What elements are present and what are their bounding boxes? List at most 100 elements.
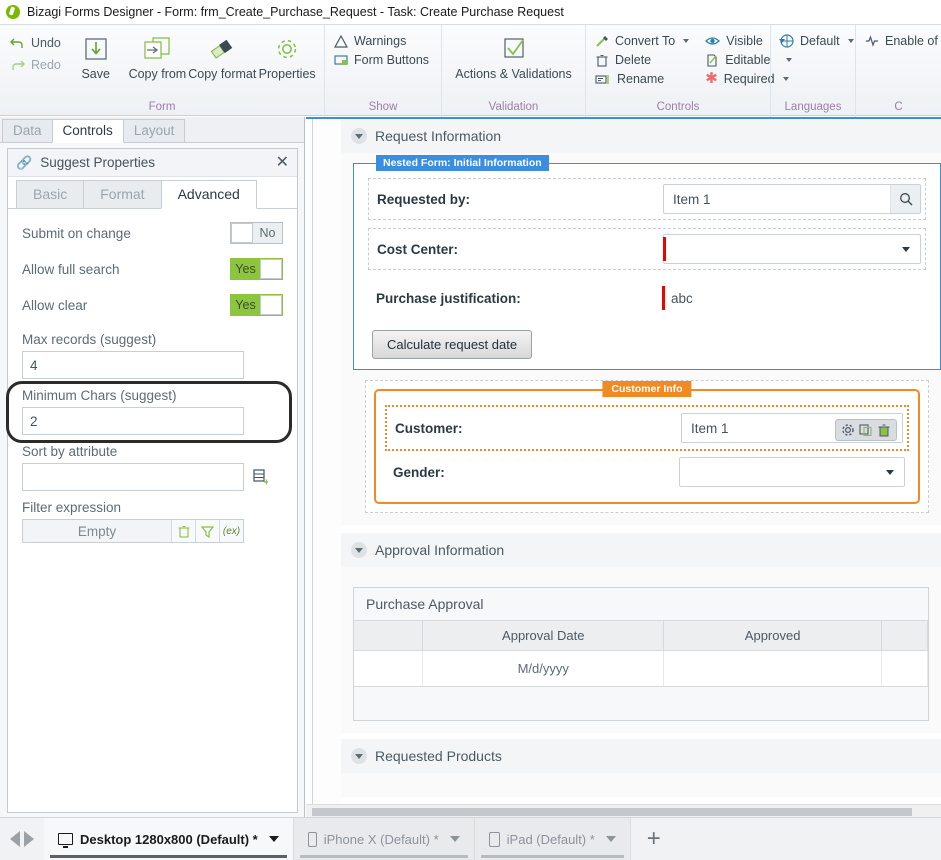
cost-center-dropdown[interactable]	[663, 234, 921, 264]
max-records-label: Max records (suggest)	[22, 332, 157, 347]
form-row-requested-by: Requested by: Item 1	[368, 178, 926, 220]
chevron-down-icon[interactable]	[449, 836, 460, 842]
table-row: M/d/yyyy	[354, 650, 928, 686]
device-tab-desktop[interactable]: Desktop 1280x800 (Default) *	[44, 818, 294, 860]
device-tab-ipad[interactable]: iPad (Default) *	[474, 818, 631, 860]
calculate-request-date-button[interactable]: Calculate request date	[372, 330, 533, 359]
warnings-button[interactable]: Warnings	[331, 33, 432, 49]
cell-approved[interactable]	[663, 650, 883, 686]
allow-full-search-value: Yes	[235, 262, 256, 276]
warnings-label: Warnings	[354, 34, 407, 48]
tab-format[interactable]: Format	[83, 180, 162, 208]
default-language-button[interactable]: Default	[777, 33, 857, 49]
actions-validations-label: Actions & Validations	[455, 67, 572, 81]
ribbon-group-show: Warnings Form Buttons Show	[324, 25, 441, 117]
form-content: Request Information Nested Form: Initial…	[341, 119, 941, 817]
properties-header: 🔗 Suggest Properties ✕	[8, 149, 297, 177]
copy-from-button[interactable]: Copy from	[127, 29, 189, 81]
requested-by-input[interactable]: Item 1	[663, 184, 921, 214]
chevron-down-icon	[886, 469, 894, 475]
section-body-approval-information: Purchase Approval Approval Date Approved	[341, 567, 941, 733]
column-header-blank	[354, 620, 424, 651]
enable-offline-button[interactable]: Enable of	[862, 33, 941, 49]
duplicate-icon[interactable]	[859, 423, 873, 437]
approval-table: Approval Date Approved M/d/yyyy	[354, 620, 928, 686]
tab-controls[interactable]: Controls	[51, 119, 124, 143]
ribbon-group-languages: Default Languages	[770, 25, 855, 117]
rename-button[interactable]: Rename	[592, 71, 692, 87]
checkmark-box-icon	[499, 33, 529, 67]
actions-validations-button[interactable]: Actions & Validations	[449, 29, 579, 81]
allow-full-search-label: Allow full search	[22, 261, 120, 277]
toggle-knob	[260, 295, 282, 315]
database-add-icon[interactable]	[252, 468, 268, 486]
chevron-down-icon[interactable]	[268, 836, 279, 842]
purchase-justification-label: Purchase justification:	[376, 290, 521, 306]
section-header-request-information[interactable]: Request Information	[341, 119, 941, 153]
warning-icon	[334, 34, 348, 48]
tab-basic[interactable]: Basic	[16, 180, 85, 208]
undo-redo-stack: Undo Redo	[6, 29, 65, 73]
tab-data[interactable]: Data	[2, 119, 53, 142]
submit-on-change-toggle[interactable]: No	[230, 222, 283, 244]
convert-to-button[interactable]: Convert To	[592, 33, 692, 49]
redo-button[interactable]: Redo	[6, 57, 65, 73]
sort-by-attribute-input[interactable]	[22, 463, 244, 491]
ribbon-group-form-title: Form	[148, 101, 176, 113]
left-panel: Data Controls Layout 🔗 Suggest Propertie…	[0, 117, 305, 817]
delete-button[interactable]: Delete	[592, 52, 692, 68]
properties-label: Properties	[258, 67, 316, 81]
canvas-horizontal-scrollbar[interactable]	[306, 804, 941, 817]
device-tab-iphone[interactable]: iPhone X (Default) *	[293, 818, 475, 860]
form-buttons-button[interactable]: Form Buttons	[331, 52, 432, 68]
minimum-chars-label: Minimum Chars (suggest)	[22, 388, 177, 403]
allow-clear-value: Yes	[235, 298, 256, 312]
undo-label: Undo	[31, 36, 61, 50]
chevron-down-icon[interactable]	[605, 836, 616, 842]
convert-to-icon	[596, 35, 608, 47]
allow-full-search-toggle[interactable]: Yes	[230, 258, 283, 280]
close-icon[interactable]: ✕	[276, 154, 289, 171]
save-button[interactable]: Save	[65, 29, 127, 81]
ribbon-group-controls-title: Controls	[656, 101, 700, 113]
section-title-requested-products: Requested Products	[375, 748, 502, 764]
undo-button[interactable]: Undo	[6, 35, 65, 51]
section-header-approval-information[interactable]: Approval Information	[341, 533, 941, 567]
device-tab-desktop-label: Desktop 1280x800 (Default) *	[80, 831, 258, 847]
chevron-down-icon	[351, 542, 367, 558]
filter-expression-button[interactable]: (ex)	[219, 520, 243, 542]
filter-funnel-button[interactable]	[195, 520, 219, 542]
scrollbar-thumb[interactable]	[312, 808, 912, 816]
max-records-input[interactable]: 4	[22, 351, 244, 379]
filter-delete-button[interactable]	[171, 520, 195, 542]
form-buttons-icon	[334, 54, 348, 65]
gear-icon[interactable]	[841, 423, 855, 437]
gender-dropdown[interactable]	[679, 457, 905, 487]
visible-label: Visible	[726, 34, 763, 48]
field-filter-expression: Filter expression Empty (ex)	[8, 500, 297, 543]
arrow-right-icon[interactable]	[24, 831, 34, 847]
add-device-tab-button[interactable]: +	[631, 818, 677, 860]
default-language-label: Default	[800, 34, 840, 48]
properties-button[interactable]: Properties	[256, 29, 318, 81]
cell-approval-date[interactable]: M/d/yyyy	[422, 650, 665, 686]
copy-format-button[interactable]: Copy format	[188, 29, 256, 81]
trash-icon[interactable]	[877, 423, 891, 437]
minimum-chars-input[interactable]: 2	[22, 407, 244, 435]
ribbon-group-languages-title: Languages	[784, 101, 842, 113]
tab-layout[interactable]: Layout	[122, 119, 186, 142]
allow-clear-toggle[interactable]: Yes	[230, 294, 283, 316]
arrow-left-icon[interactable]	[10, 831, 20, 847]
filter-expression-bar: Empty (ex)	[22, 519, 244, 543]
filter-expression-value[interactable]: Empty	[23, 520, 171, 542]
ribbon-group-form: Undo Redo Save Copy from Copy format Pro…	[0, 25, 324, 117]
section-header-requested-products[interactable]: Requested Products	[341, 739, 941, 773]
purchase-justification-input[interactable]: abc	[662, 283, 922, 313]
section-title-approval-information: Approval Information	[375, 542, 505, 558]
gear-icon	[272, 33, 302, 67]
tab-advanced[interactable]: Advanced	[160, 180, 257, 209]
requested-by-search-button[interactable]	[890, 185, 920, 213]
enable-offline-label: Enable of	[885, 34, 938, 48]
submit-on-change-label: Submit on change	[22, 225, 131, 241]
tablet-icon	[488, 831, 500, 847]
